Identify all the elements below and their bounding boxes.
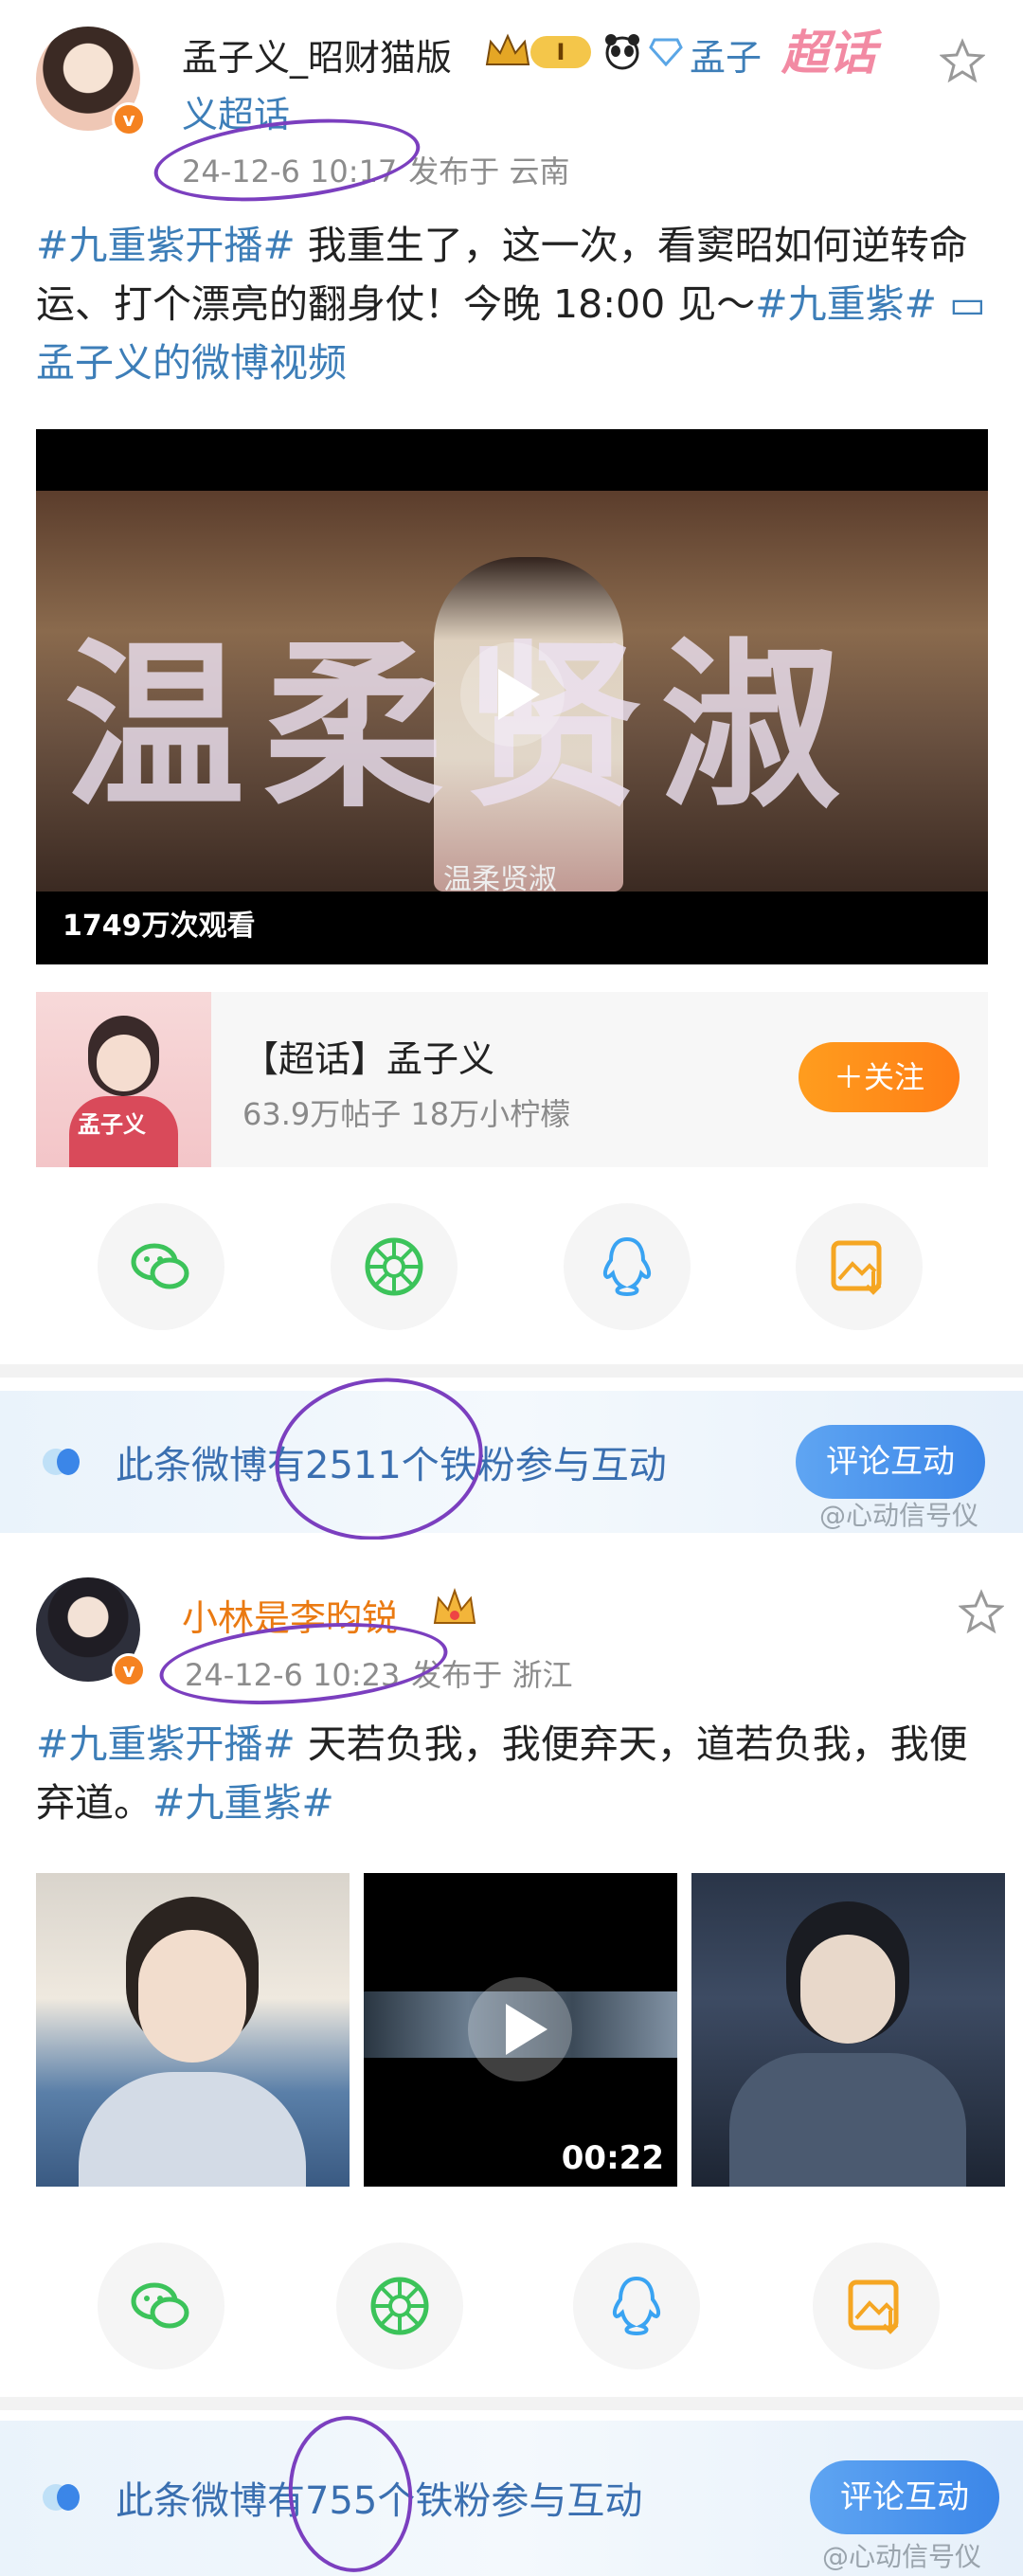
video-link-icon: ▭ xyxy=(936,281,986,327)
divider xyxy=(0,1364,1023,1378)
favorite-star-icon[interactable] xyxy=(958,1589,1005,1634)
divider xyxy=(0,2397,1023,2410)
comment-interact-button[interactable]: 评论互动 xyxy=(796,1425,985,1499)
post-image-poster[interactable] xyxy=(691,1873,1005,2187)
topic-link[interactable]: #九重紫开播# xyxy=(36,223,296,268)
fan-icon xyxy=(40,2481,87,2513)
watermark: @心动信号仪 xyxy=(819,1500,979,1531)
video-duration: 00:22 xyxy=(561,2139,664,2177)
qq-icon[interactable] xyxy=(573,2243,700,2369)
weibo-post-1: v 孟子义_昭财猫版 I 孟子 超话 义超话 24-12-6 10:17 发布于 … xyxy=(0,0,1023,1364)
post-location: 发布于 云南 xyxy=(408,153,570,189)
supertopic-card[interactable]: 孟子义 【超话】孟子义 63.9万帖子 18万小柠檬 ＋关注 xyxy=(36,992,988,1167)
save-image-icon[interactable] xyxy=(813,2243,940,2369)
post-text: #九重紫开播# 我重生了，这一次，看窦昭如何逆转命运、打个漂亮的翻身仗！今晚 1… xyxy=(36,216,993,392)
crown-icon xyxy=(431,1587,478,1629)
supertopic-link[interactable]: 孟子 xyxy=(690,28,762,81)
verified-badge: v xyxy=(112,1653,146,1687)
post-image-portrait[interactable] xyxy=(36,1873,350,2187)
wechat-icon[interactable] xyxy=(98,1203,224,1330)
post-video-thumbnail[interactable]: 00:22 xyxy=(364,1873,677,2187)
video-subtitle: 温柔贤淑 xyxy=(443,863,557,896)
supertopic-stats: 63.9万帖子 18万小柠檬 xyxy=(242,1096,571,1132)
video-player[interactable]: 温柔贤淑 温柔贤淑 1749万次观看 xyxy=(36,429,988,964)
topic-link[interactable]: #九重紫# xyxy=(153,1780,334,1826)
video-link[interactable]: 孟子义的微博视频 xyxy=(36,340,347,386)
topic-link[interactable]: #九重紫# xyxy=(755,281,937,327)
play-icon[interactable] xyxy=(460,642,565,747)
moments-icon[interactable] xyxy=(331,1203,458,1330)
view-count: 1749万次观看 xyxy=(63,910,256,943)
follow-button[interactable]: ＋关注 xyxy=(799,1042,960,1112)
save-image-icon[interactable] xyxy=(796,1203,923,1330)
play-icon[interactable] xyxy=(468,1977,572,2081)
crown-icon xyxy=(483,32,532,70)
supertopic-tag: 超话 xyxy=(781,26,876,81)
wechat-icon[interactable] xyxy=(98,2243,224,2369)
fan-interaction-bar: 此条微博有2511个铁粉参与互动 评论互动 @心动信号仪 xyxy=(0,1391,1023,1533)
watermark: @心动信号仪 xyxy=(822,2541,982,2572)
moments-icon[interactable] xyxy=(336,2243,463,2369)
diamond-icon xyxy=(649,38,683,67)
favorite-star-icon[interactable] xyxy=(939,38,986,83)
qq-icon[interactable] xyxy=(564,1203,691,1330)
topic-link[interactable]: #九重紫开播# xyxy=(36,1721,296,1767)
level-badge: I xyxy=(530,36,591,68)
thumbnail-label: 孟子义 xyxy=(78,1111,146,1138)
username[interactable]: 孟子义_昭财猫版 xyxy=(182,28,452,81)
post-text: #九重紫开播# 天若负我，我便弃天，道若负我，我便弃道。#九重紫# xyxy=(36,1715,993,1832)
comment-interact-button[interactable]: 评论互动 xyxy=(810,2460,999,2534)
fan-interaction-bar: 此条微博有755个铁粉参与互动 评论互动 @心动信号仪 xyxy=(0,2421,1023,2576)
panda-icon xyxy=(601,32,643,70)
supertopic-title: 【超话】孟子义 xyxy=(242,1038,495,1080)
fan-icon xyxy=(40,1446,87,1478)
verified-badge: v xyxy=(112,102,146,136)
supertopic-thumbnail: 孟子义 xyxy=(36,992,211,1167)
